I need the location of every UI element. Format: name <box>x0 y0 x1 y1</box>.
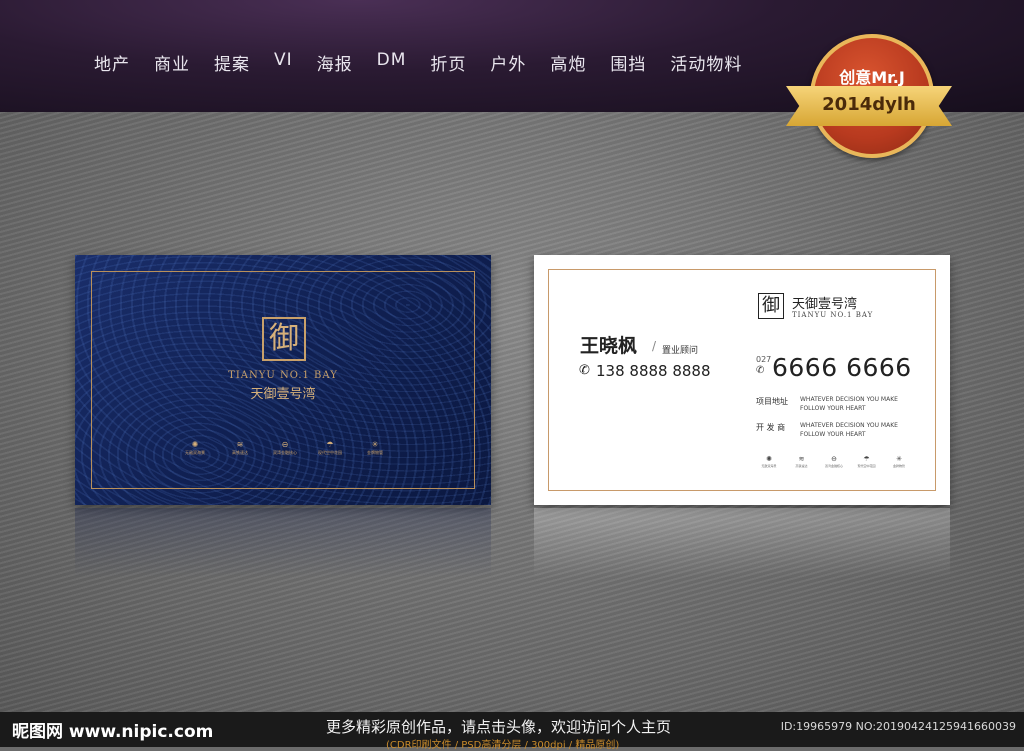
feature-label: 金牌物管 <box>367 450 383 455</box>
feature-label: 金牌物管 <box>892 464 905 468</box>
feature-label: 双湾金融核心 <box>824 464 843 468</box>
umbrella-icon: ☂ <box>326 440 334 449</box>
rail-icon: ≋ <box>798 455 805 463</box>
feature-label: 现代空中花园 <box>318 450 342 455</box>
back-logo-chinese: 天御壹号湾 <box>792 297 858 312</box>
developer-label: 开 发 商 <box>756 423 786 432</box>
feature-item: ≋ 高铁速达 <box>789 455 815 469</box>
core-icon: ⊖ <box>281 440 289 449</box>
front-english-name: TIANYU NO.1 BAY <box>228 370 338 381</box>
address-line-1: WHATEVER DECISION YOU MAKE <box>800 396 898 403</box>
core-icon: ⊖ <box>831 455 837 463</box>
nav-item-huwai[interactable]: 户外 <box>490 50 526 75</box>
feature-label: 无敌双海景 <box>761 464 777 468</box>
back-card-reflection <box>534 508 950 578</box>
nav-item-shangye[interactable]: 商业 <box>154 50 190 75</box>
business-card-front: 御 TIANYU NO.1 BAY 天御壹号湾 ✺ 无敌双海景 ≋ 高铁速达 ⊖ 双湾… <box>75 255 491 505</box>
developer-line-1: WHATEVER DECISION YOU MAKE <box>800 422 898 429</box>
address-line-2: FOLLOW YOUR HEART <box>800 405 866 412</box>
feature-item: ⊖ 双湾金融核心 <box>821 455 847 469</box>
yu-logo-icon: 御 <box>262 317 306 361</box>
feature-item: ≋ 高铁速达 <box>220 440 260 456</box>
back-logo-english: TIANYU NO.1 BAY <box>792 311 874 319</box>
star-icon: ✳ <box>371 440 379 449</box>
nav-item-tian[interactable]: 提案 <box>214 50 250 75</box>
feature-item: ☂ 现代空中花园 <box>310 440 350 456</box>
image-id-text: ID:19965979 NO:20190424125941660039 <box>780 720 1016 733</box>
business-card-back: 御 天御壹号湾 TIANYU NO.1 BAY 王晓枫 / 置业顾问 ✆ 138… <box>534 255 950 505</box>
telephone-number: 6666 6666 <box>772 353 912 382</box>
feature-label: 高铁速达 <box>232 450 248 455</box>
ribbon-text: 2014dylh <box>822 94 916 115</box>
sun-icon: ✺ <box>191 440 199 449</box>
contact-title: 置业顾问 <box>662 346 699 356</box>
nav-item-weidang[interactable]: 围挡 <box>610 50 646 75</box>
front-chinese-name: 天御壹号湾 <box>250 387 316 402</box>
umbrella-icon: ☂ <box>863 455 870 463</box>
feature-item: ✳ 金牌物管 <box>355 440 395 456</box>
feature-label: 无敌双海景 <box>185 450 205 455</box>
landline-icon: ✆ <box>756 365 765 376</box>
developer-line-2: FOLLOW YOUR HEART <box>800 431 866 438</box>
promo-text[interactable]: 更多精彩原创作品，请点击头像，欢迎访问个人主页 <box>326 716 671 737</box>
title-separator: / <box>652 339 657 353</box>
yu-logo-small-icon: 御 <box>758 293 784 319</box>
feature-label: 现代空中花园 <box>857 464 876 468</box>
feature-label: 高铁速达 <box>795 464 808 468</box>
contact-name: 王晓枫 <box>580 335 638 357</box>
front-card-reflection <box>75 508 491 578</box>
feature-item: ✺ 无敌双海景 <box>756 455 782 469</box>
badge-author-text: 创意Mr.J <box>839 68 905 87</box>
front-feature-row: ✺ 无敌双海景 ≋ 高铁速达 ⊖ 双湾金融核心 ☂ 现代空中花园 ✳ 金牌物管 <box>175 440 395 456</box>
feature-label: 双湾金融核心 <box>273 450 297 455</box>
nav-item-huodong[interactable]: 活动物料 <box>670 50 742 75</box>
feature-item: ⊖ 双湾金融核心 <box>265 440 305 456</box>
feature-item: ✺ 无敌双海景 <box>175 440 215 456</box>
nav-item-dm[interactable]: DM <box>377 50 407 75</box>
rail-icon: ≋ <box>236 440 244 449</box>
feature-item: ☂ 现代空中花园 <box>854 455 880 469</box>
feature-item: ✳ 金牌物管 <box>886 455 912 469</box>
nav-item-haibao[interactable]: 海报 <box>317 50 353 75</box>
star-icon: ✳ <box>896 455 902 463</box>
category-nav: 地产 商业 提案 VI 海报 DM 折页 户外 高炮 围挡 活动物料 <box>94 50 766 75</box>
nav-item-zheye[interactable]: 折页 <box>430 50 466 75</box>
nav-item-dichan[interactable]: 地产 <box>94 50 130 75</box>
nipic-logo-link[interactable]: 昵图网 www.nipic.com <box>12 717 213 742</box>
mobile-number: 138 8888 8888 <box>596 362 711 380</box>
site-footer: 昵图网 www.nipic.com 更多精彩原创作品，请点击头像，欢迎访问个人主… <box>0 712 1024 751</box>
address-label: 项目地址 <box>756 397 788 406</box>
nav-item-gaopao[interactable]: 高炮 <box>550 50 586 75</box>
sun-icon: ✺ <box>766 455 772 463</box>
area-code: 027 <box>756 355 772 364</box>
badge-ribbon: 2014dylh <box>786 86 952 126</box>
nav-item-vi[interactable]: VI <box>274 50 293 75</box>
back-feature-row: ✺ 无敌双海景 ≋ 高铁速达 ⊖ 双湾金融核心 ☂ 现代空中花园 ✳ 金牌物管 <box>756 455 912 469</box>
promo-subtext: (CDR印刷文件 / PSD高清分层 / 300dpi / 精品原创) <box>386 740 620 751</box>
phone-icon: ✆ <box>579 363 590 378</box>
